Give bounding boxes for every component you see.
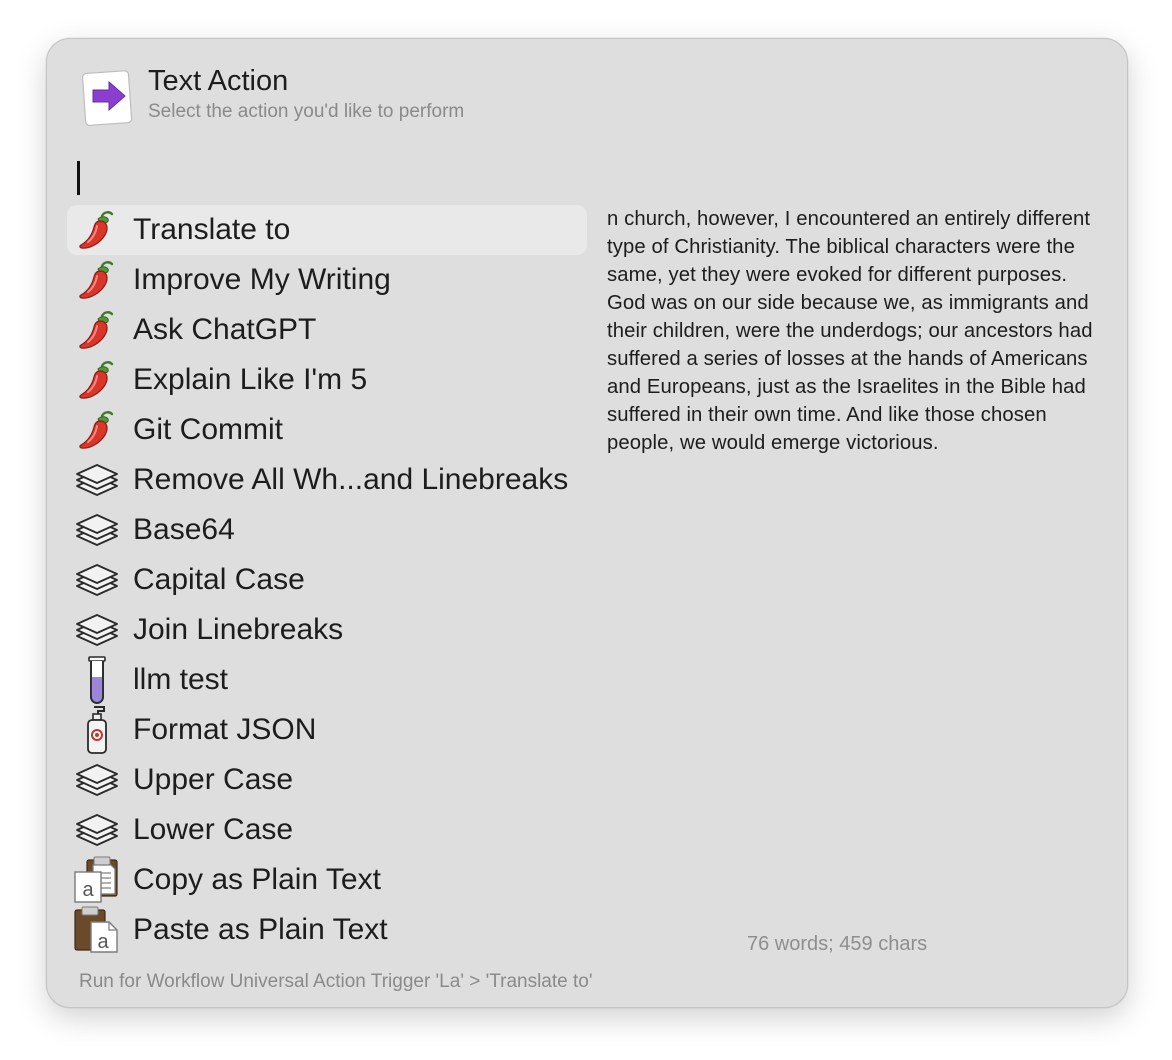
chili-pepper-icon (73, 356, 121, 404)
action-label: llm test (133, 663, 229, 696)
action-label: Improve My Writing (133, 263, 391, 296)
purple-arrow-right-icon (81, 67, 133, 126)
action-label: Format JSON (133, 713, 317, 746)
layers-icon (73, 456, 121, 504)
clipboard-copy-icon: a (73, 856, 121, 904)
action-item-format-json[interactable]: Format JSON (67, 705, 587, 755)
action-item-explain-like-i-m-5[interactable]: Explain Like I'm 5 (67, 355, 587, 405)
test-tube-icon (73, 656, 121, 704)
action-item-paste-as-plain-text[interactable]: a Paste as Plain Text (67, 905, 587, 955)
action-item-improve-my-writing[interactable]: Improve My Writing (67, 255, 587, 305)
action-label: Copy as Plain Text (133, 863, 381, 896)
soap-dispenser-icon (73, 706, 121, 754)
svg-text:a: a (97, 931, 109, 953)
header-title: Text Action (148, 65, 289, 97)
action-item-copy-as-plain-text[interactable]: a Copy as Plain Text (67, 855, 587, 905)
universal-action-window: Text Action Select the action you'd like… (46, 38, 1128, 1008)
action-label: Paste as Plain Text (133, 913, 388, 946)
layers-icon (73, 606, 121, 654)
action-label: Join Linebreaks (133, 613, 344, 646)
chili-pepper-icon (73, 406, 121, 454)
action-item-ask-chatgpt[interactable]: Ask ChatGPT (67, 305, 587, 355)
action-item-join-linebreaks[interactable]: Join Linebreaks (67, 605, 587, 655)
action-item-llm-test[interactable]: llm test (67, 655, 587, 705)
action-item-lower-case[interactable]: Lower Case (67, 805, 587, 855)
action-label: Upper Case (133, 763, 294, 796)
action-label: Translate to (133, 213, 291, 246)
action-list: Translate to Improve My Writing Ask Chat… (67, 205, 587, 955)
svg-text:a: a (82, 879, 94, 901)
word-count-stats: 76 words; 459 chars (747, 933, 928, 955)
header-subtitle: Select the action you'd like to perform (148, 101, 465, 122)
search-input[interactable] (69, 157, 1099, 197)
action-label: Lower Case (133, 813, 294, 846)
action-item-git-commit[interactable]: Git Commit (67, 405, 587, 455)
preview-text: n church, however, I encountered an enti… (607, 208, 1093, 454)
layers-icon (73, 756, 121, 804)
chili-pepper-icon (73, 306, 121, 354)
layers-icon (73, 506, 121, 554)
chili-pepper-icon (73, 206, 121, 254)
layers-icon (73, 556, 121, 604)
action-label: Explain Like I'm 5 (133, 363, 368, 396)
action-item-capital-case[interactable]: Capital Case (67, 555, 587, 605)
action-item-remove-all-wh-and-linebreaks[interactable]: Remove All Wh...and Linebreaks (67, 455, 587, 505)
action-item-translate-to[interactable]: Translate to (67, 205, 587, 255)
footer-status: Run for Workflow Universal Action Trigge… (79, 971, 593, 992)
action-label: Ask ChatGPT (133, 313, 317, 346)
action-item-upper-case[interactable]: Upper Case (67, 755, 587, 805)
header: Text Action Select the action you'd like… (81, 65, 781, 127)
layers-icon (73, 806, 121, 854)
action-label: Base64 (133, 513, 235, 546)
action-item-base64[interactable]: Base64 (67, 505, 587, 555)
action-label: Git Commit (133, 413, 283, 446)
clipboard-paste-icon: a (73, 906, 121, 954)
action-label: Remove All Wh...and Linebreaks (133, 463, 569, 496)
chili-pepper-icon (73, 256, 121, 304)
action-label: Capital Case (133, 563, 305, 596)
text-caret (77, 161, 80, 195)
